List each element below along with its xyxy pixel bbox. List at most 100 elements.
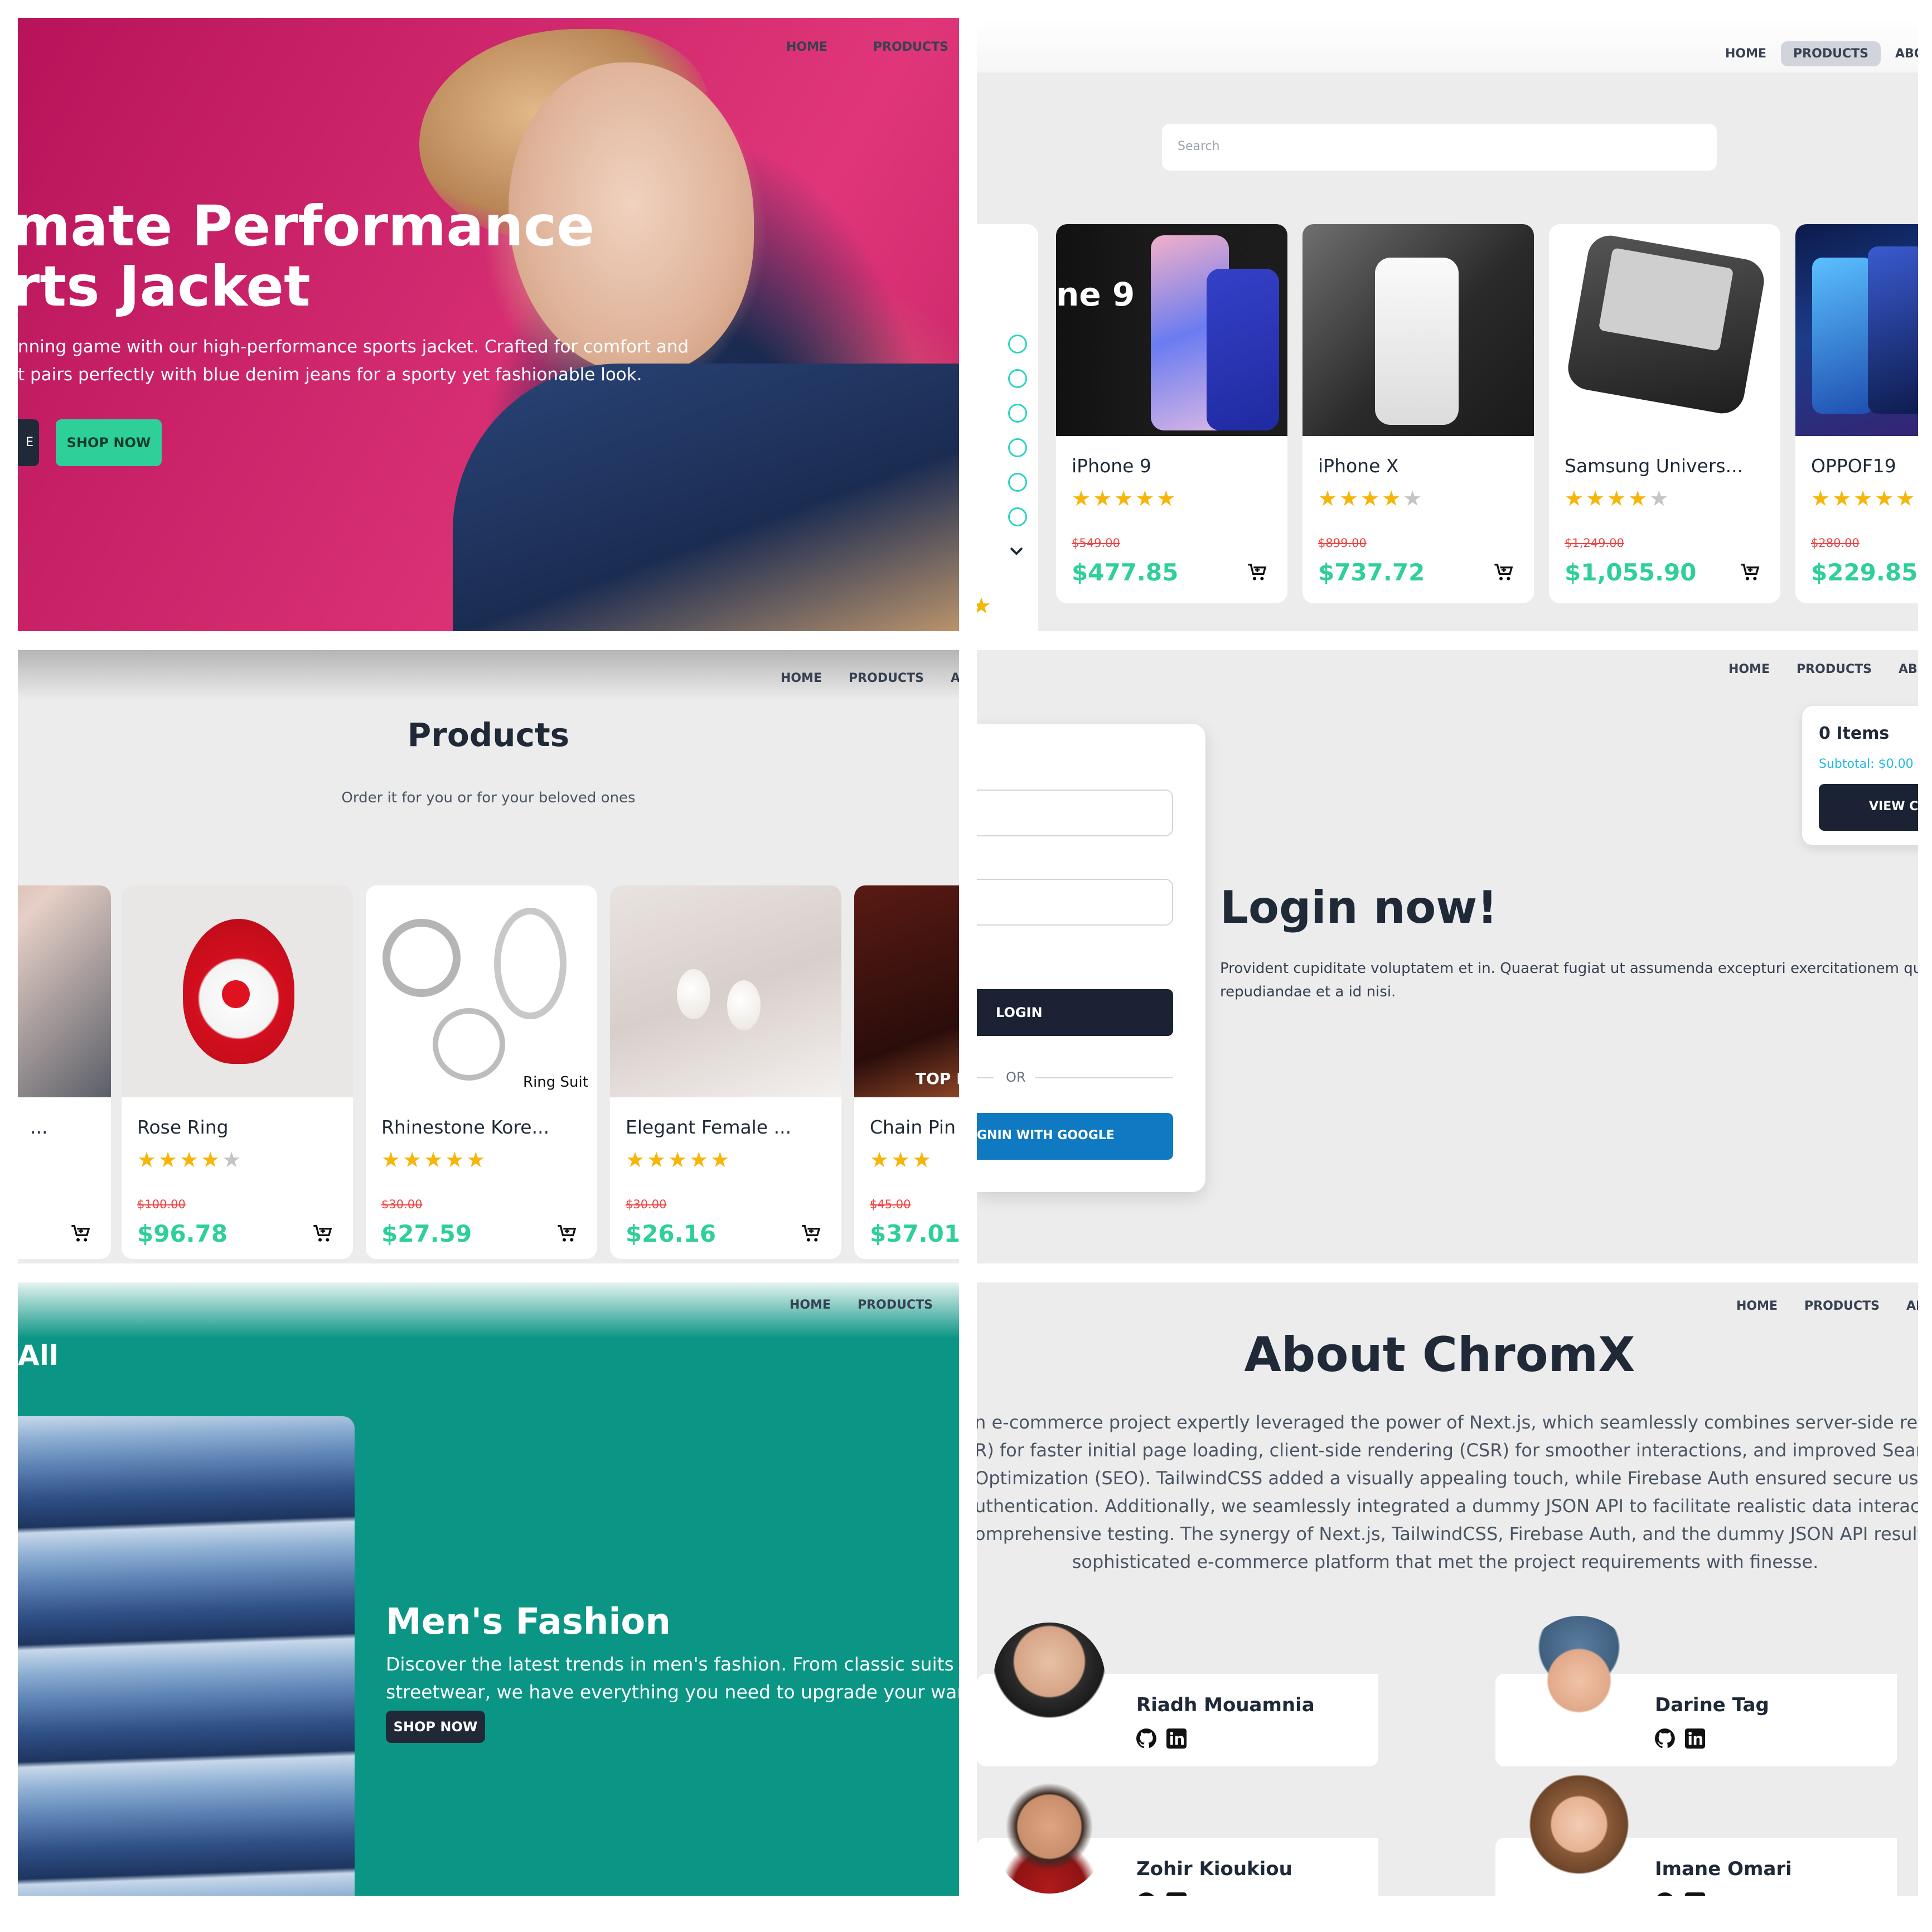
avatar — [1523, 1616, 1635, 1727]
about-line: Optimization (SEO). TailwindCSS added a … — [977, 1468, 1918, 1489]
product-title: Samsung Univers... — [1565, 455, 1744, 477]
cart-icon[interactable] — [800, 1222, 822, 1245]
product-card[interactable]: OPPOF19 ★★★★★ $280.00 $229.85 — [1795, 224, 1918, 603]
member-name: Riadh Mouamnia — [1136, 1694, 1315, 1716]
github-icon[interactable] — [1655, 1892, 1675, 1896]
email-field[interactable] — [977, 790, 1173, 836]
nav-home[interactable]: HOME — [774, 35, 840, 60]
top-nav: HOME PRODUCTS ABOUT — [1724, 1294, 1918, 1319]
nav-home[interactable]: HOME — [1716, 657, 1782, 682]
category-radio[interactable] — [1008, 335, 1027, 354]
github-icon[interactable] — [1136, 1892, 1156, 1896]
nav-about[interactable]: ABOUT — [947, 1292, 959, 1318]
nav-home[interactable]: HOME — [768, 666, 834, 691]
category-radio[interactable] — [1008, 438, 1027, 457]
hero-headline: mate Performance rts Jacket — [18, 196, 594, 317]
nav-products[interactable]: PRODUCTS — [836, 666, 936, 691]
nav-products[interactable]: PRODUCTS — [861, 35, 959, 60]
cart-icon[interactable] — [556, 1222, 578, 1245]
top-nav: HOME PRODUCTS ABOUT — [1716, 657, 1918, 682]
about-line: omprehensive testing. The synergy of Nex… — [977, 1523, 1918, 1544]
nav-about[interactable]: ABOUT — [1894, 1294, 1918, 1319]
nav-products[interactable]: PRODUCTS — [1784, 657, 1884, 682]
nav-home[interactable]: HOME — [1713, 41, 1779, 66]
category-radio[interactable] — [1008, 507, 1027, 526]
cart-dropdown: 0 Items Subtotal: $0.00 VIEW C — [1802, 706, 1918, 845]
login-desc-line2: repudiandae et a id nisi. — [1220, 984, 1396, 1000]
fashion-shop-now-button[interactable]: SHOP NOW — [386, 1711, 485, 1743]
product-title: Chain Pin T — [870, 1116, 959, 1138]
product-price: $96.78 — [137, 1220, 228, 1247]
category-radio[interactable] — [1008, 473, 1027, 492]
product-card[interactable]: Ring Suit Rhinestone Kore... ★★★★★ $30.0… — [366, 885, 597, 1259]
product-card[interactable]: Samsung Univers... ★★★★★ $1,249.00 $1,05… — [1549, 224, 1780, 603]
google-signin-button[interactable]: GNIN WITH GOOGLE — [977, 1113, 1173, 1160]
about-title: About ChromX — [1244, 1327, 1635, 1383]
product-card[interactable]: Elegant Female ... ★★★★★ $30.00 $26.16 — [610, 885, 841, 1259]
product-price: $737.72 — [1318, 559, 1425, 586]
product-rating: ★★★★★ — [1811, 486, 1918, 511]
avatar — [994, 1782, 1105, 1894]
linkedin-icon[interactable] — [1685, 1892, 1705, 1896]
star-icon: ★ — [977, 593, 991, 619]
chevron-down-icon[interactable] — [1009, 546, 1024, 556]
search-input[interactable]: Search — [1162, 124, 1717, 171]
login-title: Login now! — [1220, 882, 1498, 933]
cart-icon[interactable] — [312, 1222, 334, 1245]
hero-secondary-button[interactable]: E — [18, 419, 39, 466]
login-panel: HOME PRODUCTS ABOUT LOGIN OR GNIN WITH G… — [977, 650, 1918, 1263]
product-card[interactable]: Rose Ring ★★★★★ $100.00 $96.78 — [122, 885, 353, 1259]
product-title: Elegant Female ... — [626, 1116, 792, 1138]
linkedin-icon[interactable] — [1685, 1728, 1705, 1749]
fashion-image — [18, 1416, 355, 1896]
category-radio[interactable] — [1008, 369, 1027, 388]
login-button[interactable]: LOGIN — [977, 989, 1173, 1036]
product-image — [1302, 224, 1534, 436]
product-title: iPhone 9 — [1072, 455, 1151, 477]
nav-products[interactable]: PRODUCTS — [845, 1292, 945, 1318]
cart-icon[interactable] — [1246, 561, 1268, 583]
login-description: Provident cupiditate voluptatem et in. Q… — [1220, 957, 1918, 1004]
product-card[interactable]: ... — [18, 885, 111, 1259]
linkedin-icon[interactable] — [1166, 1728, 1187, 1749]
view-cart-button[interactable]: VIEW C — [1819, 784, 1918, 831]
github-icon[interactable] — [1655, 1728, 1675, 1749]
product-old-price: $45.00 — [870, 1198, 911, 1211]
product-title: Rhinestone Kore... — [381, 1116, 550, 1138]
nav-about[interactable]: ABOUT — [1883, 41, 1918, 66]
page-title: Products — [407, 716, 570, 754]
nav-products[interactable]: PRODUCTS — [1781, 41, 1881, 66]
category-radio[interactable] — [1008, 404, 1027, 423]
nav-products[interactable]: PRODUCTS — [1792, 1294, 1892, 1319]
cart-icon[interactable] — [70, 1222, 92, 1245]
avatar — [994, 1623, 1105, 1734]
tab-all[interactable]: All — [18, 1339, 59, 1372]
about-line: R) for faster initial page loading, clie… — [977, 1440, 1918, 1461]
top-nav: HOME PRODUCTS ABOUT — [777, 1292, 959, 1318]
product-card[interactable]: TOP R Chain Pin T ★★★ $45.00 $37.01 — [854, 885, 959, 1259]
product-image — [122, 885, 353, 1097]
github-icon[interactable] — [1136, 1728, 1156, 1749]
hero-desc-line2: t pairs perfectly with blue denim jeans … — [18, 365, 642, 385]
fashion-description: Discover the latest trends in men's fash… — [386, 1650, 959, 1706]
cart-icon[interactable] — [1739, 561, 1761, 583]
product-old-price: $100.00 — [137, 1198, 186, 1211]
product-image-text: ne 9 — [1056, 275, 1135, 313]
nav-about[interactable]: ABOUT — [1886, 657, 1918, 682]
product-old-price: $30.00 — [381, 1198, 423, 1211]
product-title: OPPOF19 — [1811, 455, 1896, 477]
fashion-desc-line1: Discover the latest trends in men's fash… — [386, 1653, 959, 1675]
product-card[interactable]: iPhone X ★★★★★ $899.00 $737.72 — [1302, 224, 1534, 603]
product-image — [610, 885, 841, 1097]
hero-headline-line2: rts Jacket — [18, 254, 311, 319]
nav-about[interactable]: ABOUT — [938, 666, 959, 691]
password-field[interactable] — [977, 879, 1173, 926]
cart-icon[interactable] — [1493, 561, 1515, 583]
product-card[interactable]: ne 9 iPhone 9 ★★★★★ $549.00 $477.85 — [1056, 224, 1287, 603]
or-label: OR — [1006, 1069, 1026, 1085]
nav-home[interactable]: HOME — [1724, 1294, 1790, 1319]
hero-shop-now-button[interactable]: SHOP NOW — [56, 419, 162, 466]
nav-home[interactable]: HOME — [777, 1292, 843, 1318]
catalog-panel: HOME PRODUCTS ABOUT Search ★ ne 9 iPhone… — [977, 18, 1918, 631]
linkedin-icon[interactable] — [1166, 1892, 1187, 1896]
